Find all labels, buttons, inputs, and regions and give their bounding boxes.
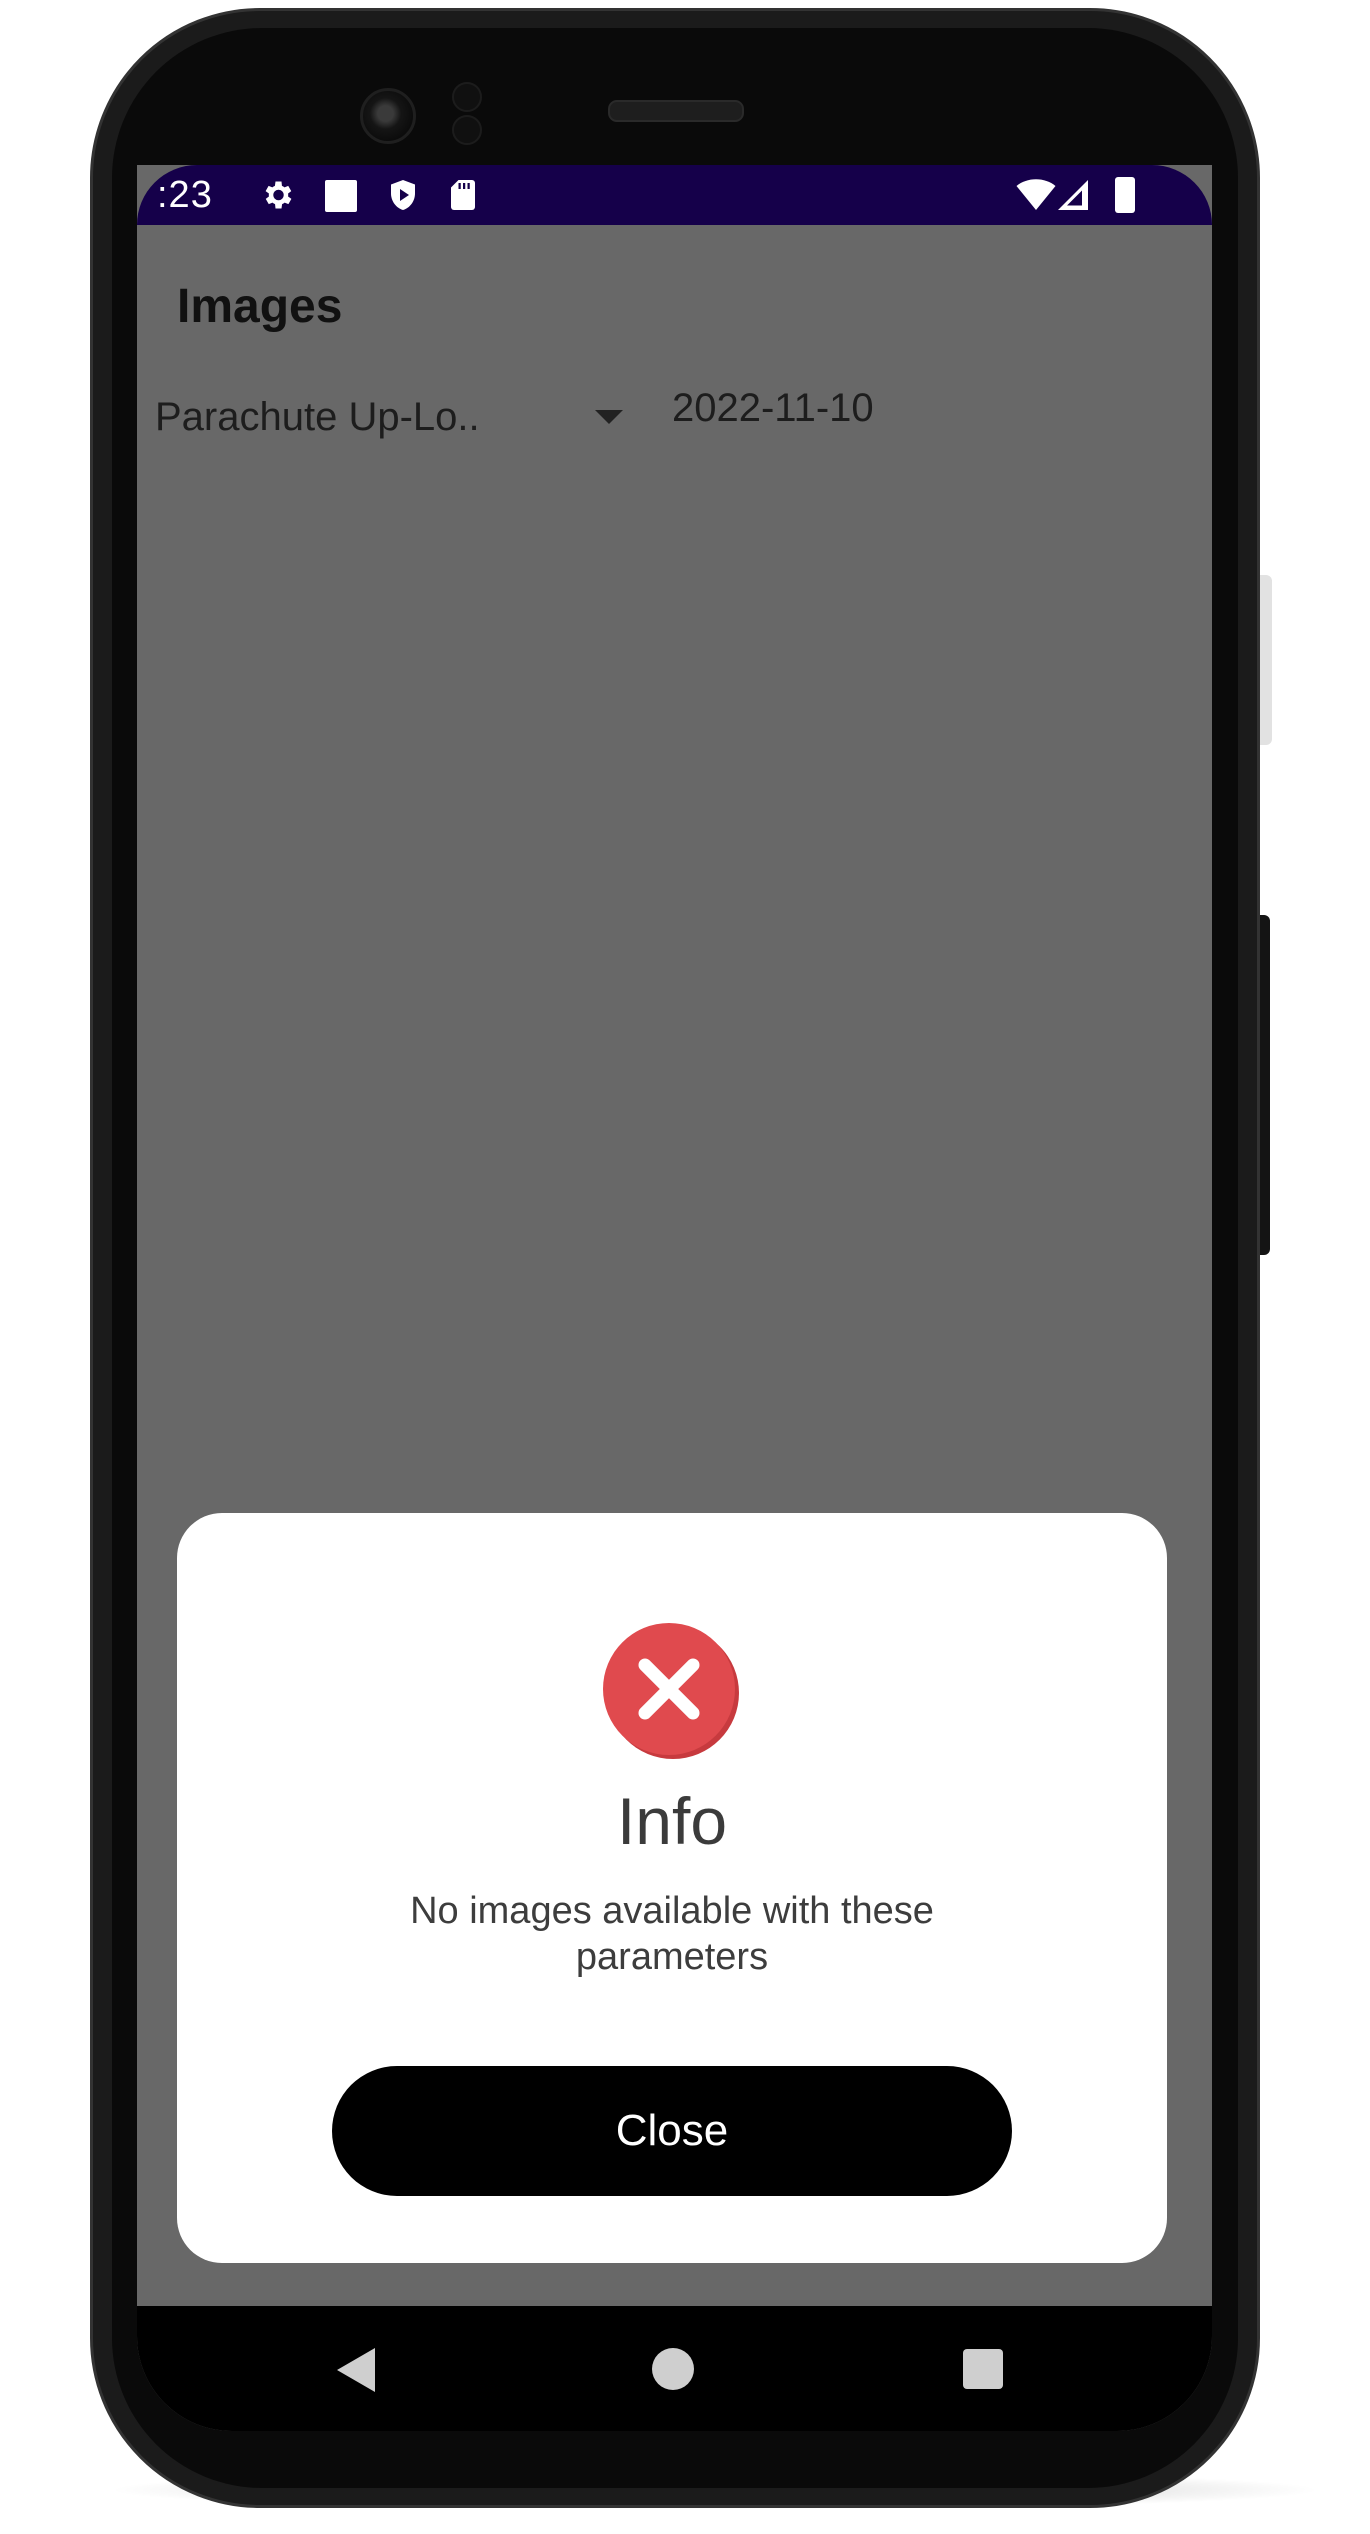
- status-time: :23: [157, 174, 213, 216]
- close-button[interactable]: Close: [332, 2066, 1012, 2196]
- square-icon: [325, 180, 357, 212]
- date-picker[interactable]: 2022-11-10: [672, 383, 874, 433]
- earpiece-speaker: [608, 100, 744, 122]
- dialog-title: Info: [616, 1784, 728, 1858]
- category-dropdown[interactable]: Parachute Up-Lo..: [155, 380, 645, 460]
- shield-icon: [391, 180, 415, 210]
- gear-icon: [265, 181, 292, 209]
- device-screen: :23 Images Parachute Up-Lo.. 2022-11-10: [137, 165, 1212, 2431]
- home-icon[interactable]: [652, 2348, 694, 2390]
- proximity-sensor: [452, 82, 482, 112]
- dropdown-selected-value: Parachute Up-Lo..: [155, 395, 480, 439]
- sdcard-icon: [451, 180, 475, 210]
- signal-icon: [1058, 180, 1088, 210]
- info-dialog: Info No images available with these para…: [177, 1513, 1167, 2263]
- dialog-message: No images available with these parameter…: [410, 1890, 934, 1978]
- back-icon[interactable]: [337, 2348, 375, 2392]
- wifi-icon: [1016, 179, 1056, 210]
- navigation-bar: [137, 2306, 1212, 2431]
- status-bar: :23: [137, 165, 1212, 225]
- light-sensor: [452, 115, 482, 145]
- front-camera: [360, 88, 416, 144]
- page-title: Images: [177, 280, 343, 333]
- recents-icon[interactable]: [963, 2349, 1003, 2389]
- error-x-icon: [603, 1623, 739, 1759]
- battery-icon: [1115, 177, 1135, 213]
- chevron-down-icon: [595, 410, 623, 424]
